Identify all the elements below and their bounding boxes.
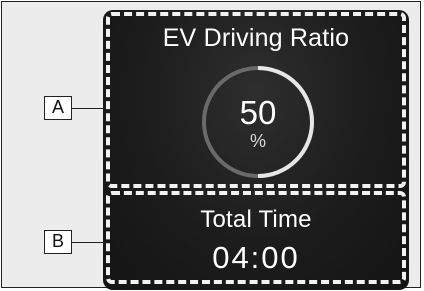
callout-a-leader-line bbox=[72, 108, 106, 109]
callout-b-leader-line bbox=[72, 242, 106, 243]
ev-driving-ratio-title: EV Driving Ratio bbox=[162, 24, 350, 52]
ev-ratio-unit: % bbox=[249, 131, 266, 151]
total-time-value: 04:00 bbox=[212, 240, 300, 275]
ev-ratio-value: 50 bbox=[239, 94, 277, 131]
callout-label-a: A bbox=[44, 96, 72, 120]
callout-label-b: B bbox=[44, 230, 72, 254]
total-time-title: Total Time bbox=[200, 206, 312, 233]
